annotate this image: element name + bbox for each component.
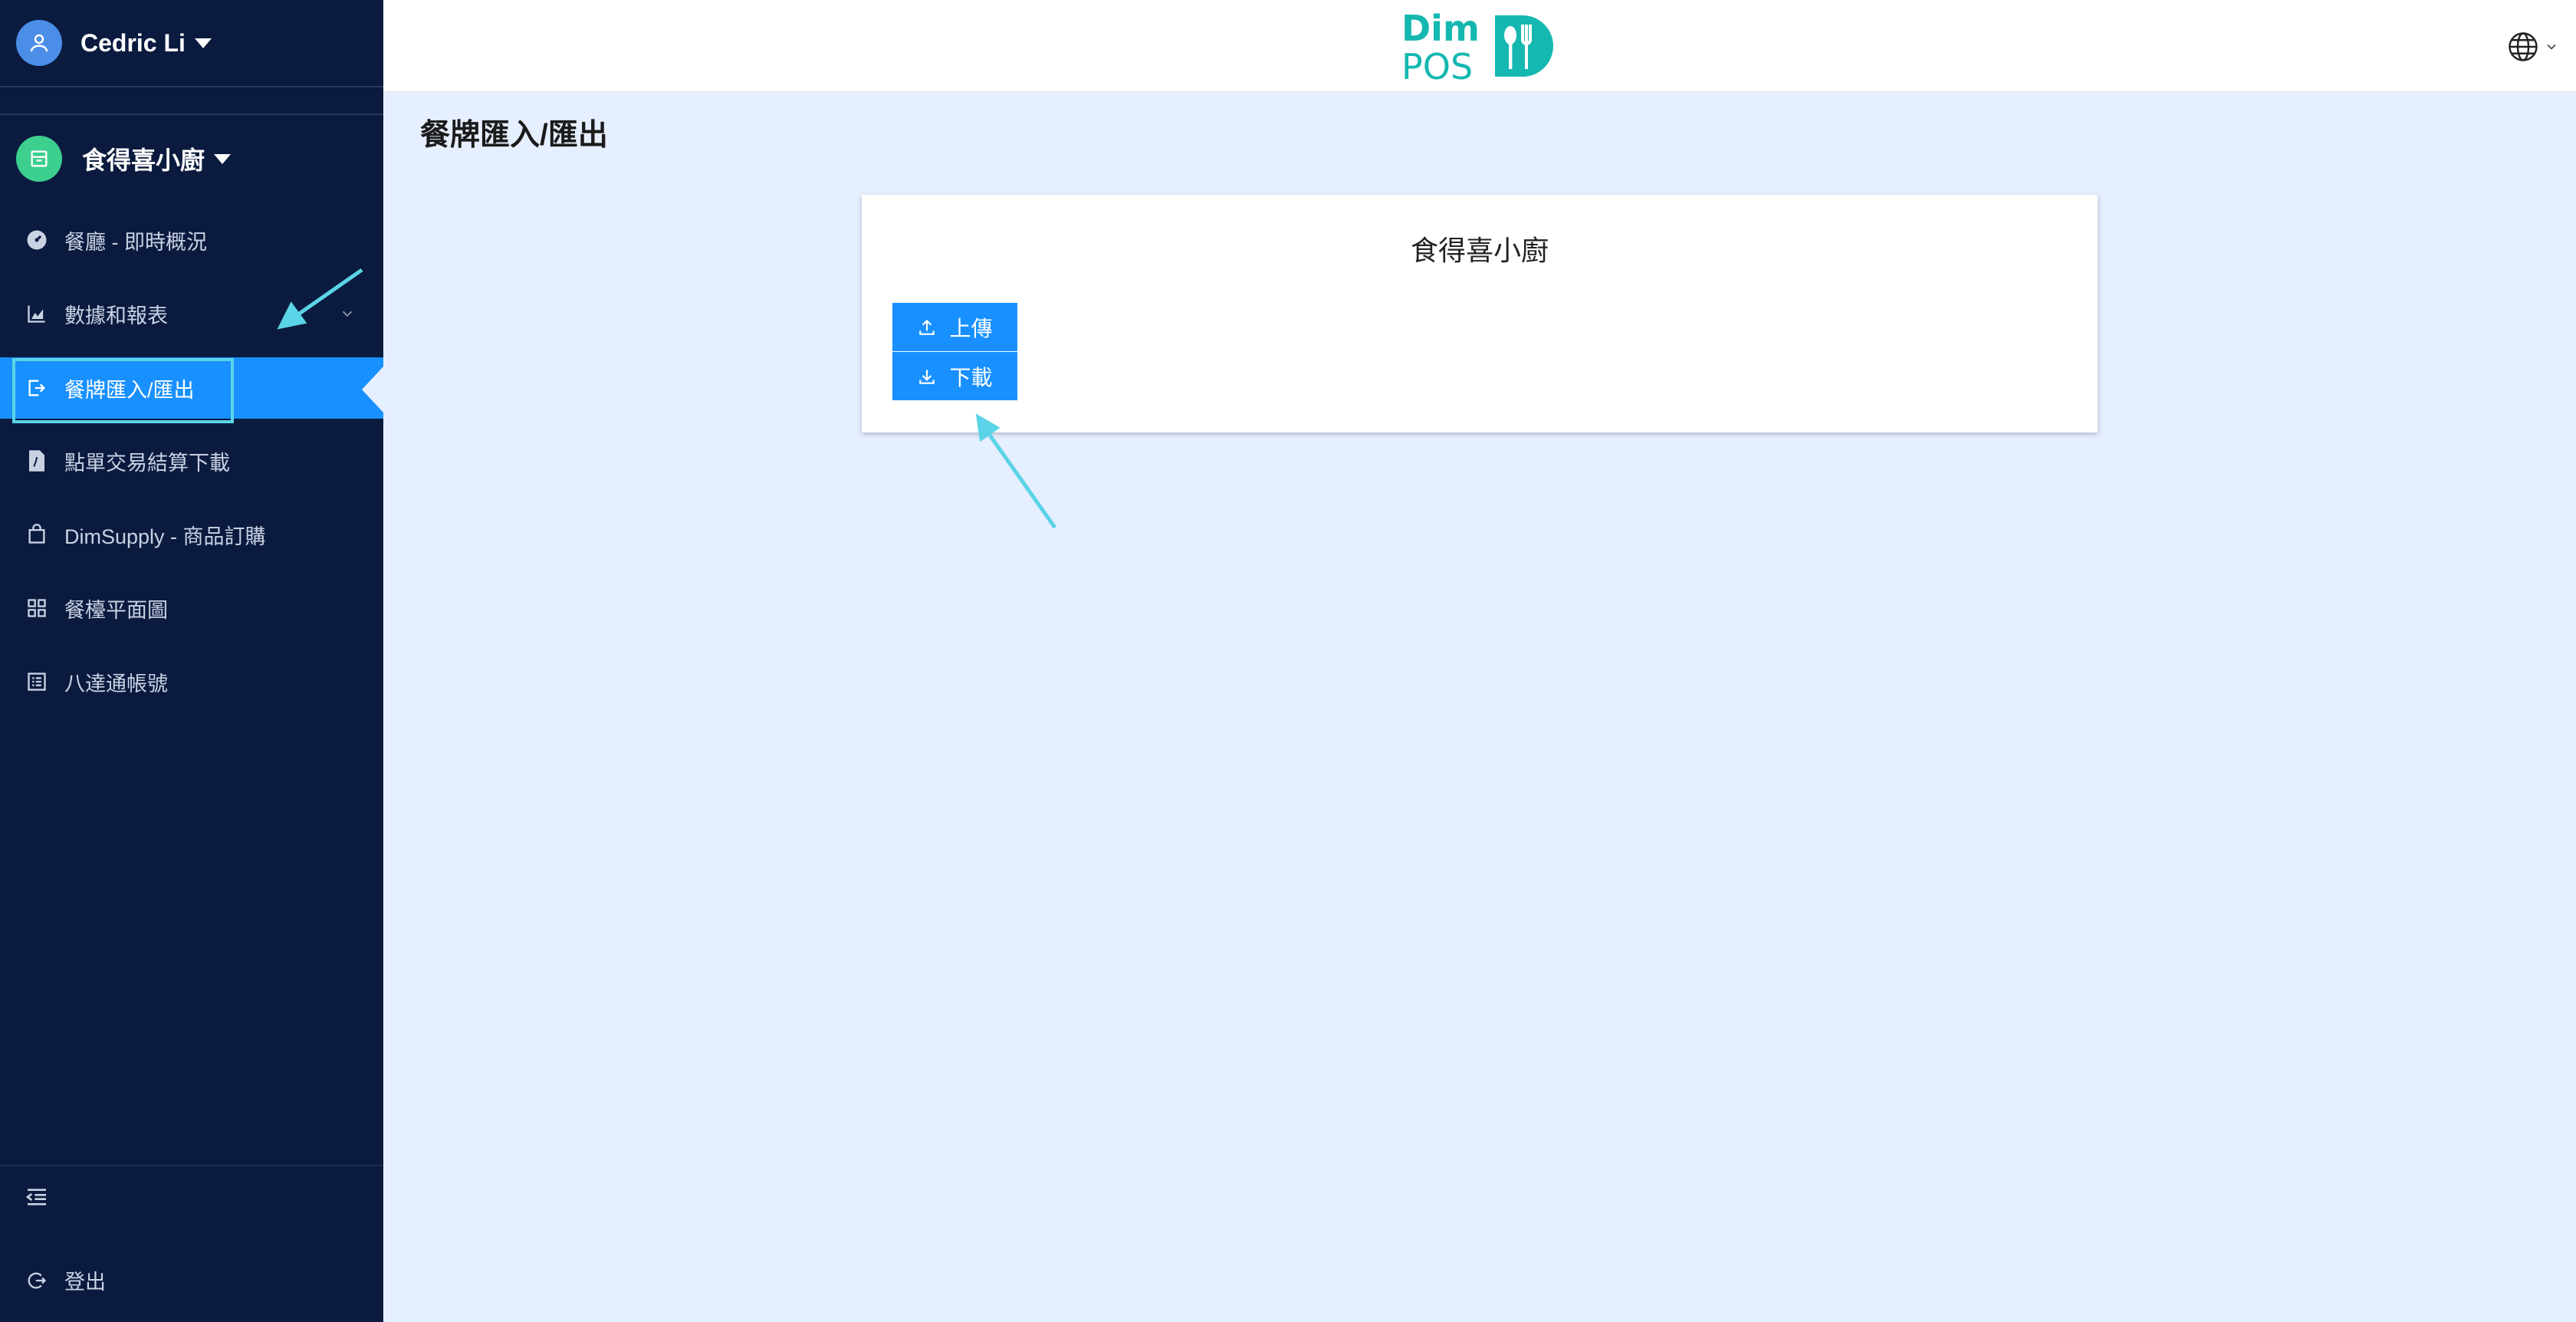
sidebar-item-label: 數據和報表 bbox=[64, 304, 168, 327]
upload-button[interactable]: 上傳 bbox=[892, 303, 1017, 351]
download-label: 下載 bbox=[949, 365, 993, 390]
menu-fold-icon[interactable] bbox=[25, 1185, 49, 1209]
download-button[interactable]: 下載 bbox=[892, 352, 1017, 400]
sidebar-item-dimsupply[interactable]: DimSupply - 商品訂購 bbox=[0, 504, 383, 565]
language-selector[interactable] bbox=[2507, 31, 2559, 63]
caret-down-icon bbox=[214, 153, 232, 164]
sidebar-item-reports[interactable]: 數據和報表 bbox=[0, 283, 383, 344]
chevron-down-icon bbox=[2547, 44, 2556, 50]
shopping-bag-icon bbox=[25, 522, 49, 547]
logo-mark-icon bbox=[1494, 15, 1553, 77]
sidebar-item-dashboard[interactable]: 餐廳 - 即時概況 bbox=[0, 209, 383, 271]
shop-selector[interactable]: 食得喜小廚 bbox=[0, 132, 383, 186]
caret-down-icon bbox=[194, 38, 212, 48]
user-avatar-icon bbox=[16, 20, 62, 66]
logout-button[interactable]: 登出 bbox=[25, 1265, 106, 1295]
upload-label: 上傳 bbox=[949, 316, 993, 340]
sidebar-item-transaction-download[interactable]: 點單交易結算下載 bbox=[0, 430, 383, 492]
arrow-to-buttons bbox=[975, 413, 1057, 529]
page-title: 餐牌匯入/匯出 bbox=[420, 119, 608, 152]
globe-icon bbox=[2509, 32, 2538, 61]
sidebar: Cedric Li 食得喜小廚 餐廳 - 即時概況 數據和報表 餐牌匯入/匯出 bbox=[0, 0, 383, 1322]
appstore-icon bbox=[25, 596, 49, 620]
active-indicator bbox=[362, 367, 383, 413]
user-menu[interactable]: Cedric Li bbox=[0, 0, 383, 87]
card-title: 食得喜小廚 bbox=[1410, 235, 1549, 266]
sidebar-item-label: DimSupply - 商品訂購 bbox=[64, 525, 266, 548]
download-icon bbox=[919, 369, 935, 384]
sidebar-item-label: 點單交易結算下載 bbox=[64, 451, 230, 475]
shop-name: 食得喜小廚 bbox=[82, 146, 205, 174]
logout-icon bbox=[25, 1268, 49, 1293]
sidebar-item-octopus-account[interactable]: 八達通帳號 bbox=[0, 651, 383, 712]
import-export-card: 食得喜小廚 上傳 下載 bbox=[862, 195, 2098, 432]
sidebar-item-table-plan[interactable]: 餐檯平面圖 bbox=[0, 577, 383, 639]
chevron-down-icon[interactable] bbox=[337, 305, 357, 322]
logo-line1: Dim bbox=[1401, 8, 1480, 49]
logo-line2: POS bbox=[1401, 46, 1474, 87]
sidebar-item-label: 餐廳 - 即時概況 bbox=[64, 230, 207, 254]
divider bbox=[0, 113, 383, 115]
sidebar-item-label: 餐檯平面圖 bbox=[64, 598, 168, 622]
dashboard-icon bbox=[25, 228, 49, 252]
shop-icon bbox=[16, 136, 62, 182]
divider bbox=[0, 1165, 383, 1166]
upload-icon bbox=[919, 319, 935, 335]
user-name: Cedric Li bbox=[80, 28, 186, 57]
annotation-highlight-box bbox=[12, 358, 234, 423]
top-header: Dim POS bbox=[383, 0, 2576, 92]
file-pdf-icon bbox=[25, 449, 49, 473]
area-chart-icon bbox=[25, 301, 49, 326]
logout-label: 登出 bbox=[64, 1271, 106, 1294]
sidebar-item-label: 八達通帳號 bbox=[64, 672, 168, 696]
dimpos-logo: Dim POS bbox=[1401, 11, 1559, 84]
profile-icon bbox=[25, 669, 49, 694]
